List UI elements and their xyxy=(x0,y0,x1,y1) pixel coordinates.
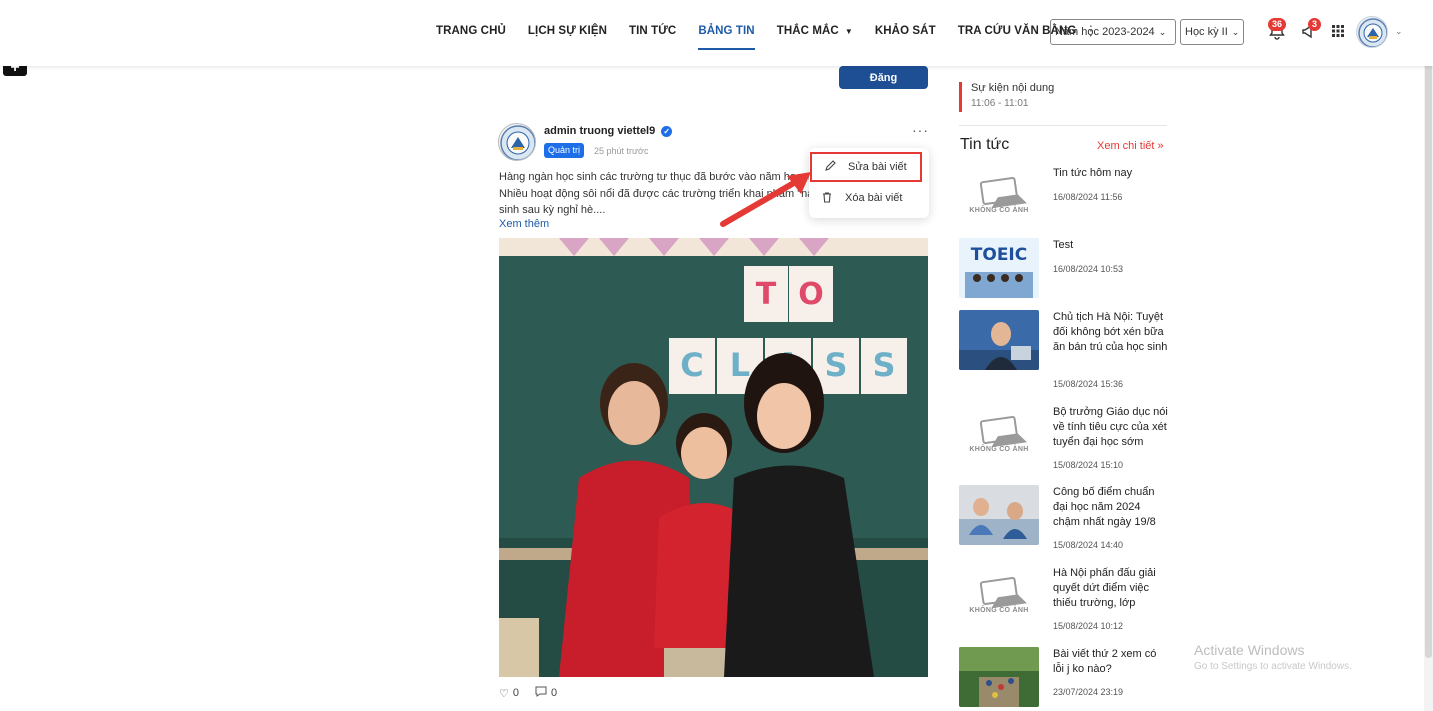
notification-count-badge: 36 xyxy=(1268,18,1287,31)
news-date: 15/08/2024 10:12 xyxy=(1053,621,1124,631)
pencil-icon xyxy=(824,159,838,175)
news-date: 16/08/2024 10:53 xyxy=(1053,264,1124,274)
chevron-down-icon: ⌄ xyxy=(1231,26,1240,37)
annotation-arrow-icon xyxy=(720,172,811,227)
event-title[interactable]: Sự kiện nội dung xyxy=(971,82,1054,94)
news-date: 15/08/2024 15:36 xyxy=(1053,379,1124,389)
news-item[interactable]: KHÔNG CÓ ẢNH Bộ trưởng Giáo dục nói về t… xyxy=(959,405,1169,475)
post-author-name: admin truong viettel9 xyxy=(544,125,656,137)
news-thumbnail: TOEIC xyxy=(959,238,1039,298)
divider xyxy=(959,125,1167,126)
main-nav: TRANG CHỦ LỊCH SỰ KIỆN TIN TỨC BẢNG TIN … xyxy=(436,0,1105,62)
news-title[interactable]: Bộ trưởng Giáo dục nói về tính tiêu cực … xyxy=(1053,405,1169,450)
news-see-all-link[interactable]: Xem chi tiết » xyxy=(1097,140,1164,152)
chevron-down-icon: ▼ xyxy=(844,26,853,36)
news-item[interactable]: KHÔNG CÓ ẢNH Tin tức hôm nay 16/08/2024 … xyxy=(959,166,1169,236)
news-thumbnail xyxy=(959,485,1039,545)
no-image-placeholder-icon: KHÔNG CÓ ẢNH xyxy=(959,566,1039,626)
event-time: 11:06 - 11:01 xyxy=(971,98,1029,109)
nav-item-survey[interactable]: KHẢO SÁT xyxy=(875,0,936,62)
school-year-value: Năm học 2023-2024 xyxy=(1055,26,1155,38)
top-header: TRANG CHỦ LỊCH SỰ KIỆN TIN TỨC BẢNG TIN … xyxy=(0,0,1433,66)
news-date: 16/08/2024 11:56 xyxy=(1053,192,1123,202)
edit-post-menu-item[interactable]: Sửa bài viết xyxy=(810,152,922,182)
news-date: 23/07/2024 23:19 xyxy=(1053,687,1124,697)
delete-post-menu-item[interactable]: Xóa bài viết xyxy=(809,183,929,213)
comment-icon[interactable] xyxy=(535,686,547,700)
news-title[interactable]: Chủ tịch Hà Nội: Tuyệt đối không bớt xén… xyxy=(1053,310,1169,355)
news-thumbnail xyxy=(959,647,1039,707)
no-image-label: KHÔNG CÓ ẢNH xyxy=(969,606,1029,614)
news-item[interactable]: TOEIC Test 16/08/2024 10:53 xyxy=(959,238,1169,308)
post-author[interactable]: admin truong viettel9 ✓ xyxy=(544,125,673,137)
no-image-placeholder-icon: KHÔNG CÓ ẢNH xyxy=(959,405,1039,465)
toeic-text: TOEIC xyxy=(971,245,1027,265)
image-letter: T xyxy=(756,277,777,312)
news-thumbnail xyxy=(959,310,1039,370)
news-title[interactable]: Công bố điểm chuẩn đại học năm 2024 chậm… xyxy=(1053,485,1169,530)
image-letter: O xyxy=(798,277,824,312)
no-image-placeholder-icon: KHÔNG CÓ ẢNH xyxy=(959,166,1039,226)
nav-item-questions-label: THẮC MẮC xyxy=(776,25,839,37)
post-options-icon[interactable]: ··· xyxy=(912,122,929,138)
image-letter: S xyxy=(872,346,895,384)
semester-value: Học kỳ II xyxy=(1185,26,1228,38)
post-image[interactable]: T O C L A S S xyxy=(499,238,928,677)
verified-icon: ✓ xyxy=(661,125,673,137)
news-item[interactable]: Bài viết thứ 2 xem có lỗi j ko nào? 23/0… xyxy=(959,647,1169,707)
news-item[interactable]: KHÔNG CÓ ẢNH Hà Nội phấn đấu giải quyết … xyxy=(959,566,1169,636)
chevron-down-icon: ⌄ xyxy=(1158,26,1167,37)
trash-icon xyxy=(821,191,835,206)
windows-activation-title: Activate Windows xyxy=(1194,642,1305,658)
news-title[interactable]: Tin tức hôm nay xyxy=(1053,166,1169,181)
image-letter: S xyxy=(824,346,847,384)
news-title[interactable]: Bài viết thứ 2 xem có lỗi j ko nào? xyxy=(1053,647,1169,677)
post-options-menu: Sửa bài viết Xóa bài viết xyxy=(809,148,929,218)
no-image-label: KHÔNG CÓ ẢNH xyxy=(969,445,1029,453)
like-count: 0 xyxy=(512,687,519,699)
post-time: 25 phút trước xyxy=(594,146,649,156)
news-date: 15/08/2024 15:10 xyxy=(1053,460,1124,470)
delete-post-label: Xóa bài viết xyxy=(845,192,903,204)
news-title[interactable]: Test xyxy=(1053,238,1169,253)
news-item[interactable]: Chủ tịch Hà Nội: Tuyệt đối không bớt xén… xyxy=(959,310,1169,395)
nav-item-bulletin[interactable]: BẢNG TIN xyxy=(698,0,756,62)
event-indicator xyxy=(959,82,962,112)
comment-count: 0 xyxy=(551,687,558,699)
windows-activation-subtitle: Go to Settings to activate Windows. xyxy=(1194,661,1352,672)
role-badge: Quản trị xyxy=(544,143,585,158)
user-avatar[interactable] xyxy=(1356,16,1388,48)
semester-select[interactable]: Học kỳ II ⌄ xyxy=(1180,19,1244,45)
post-reactions: ♡ 0 0 xyxy=(499,686,561,700)
news-date: 15/08/2024 14:40 xyxy=(1053,540,1124,550)
scrollbar-thumb[interactable] xyxy=(1425,18,1432,658)
news-item[interactable]: Công bố điểm chuẩn đại học năm 2024 chậm… xyxy=(959,485,1169,555)
news-title[interactable]: Hà Nội phấn đấu giải quyết dứt điểm việc… xyxy=(1053,566,1169,611)
edit-post-label: Sửa bài viết xyxy=(848,161,907,173)
alert-count-badge: 3 xyxy=(1308,18,1322,31)
nav-item-questions[interactable]: THẮC MẮC ▼ xyxy=(777,0,853,62)
image-letter: L xyxy=(730,346,750,384)
see-more-link[interactable]: Xem thêm xyxy=(499,218,549,230)
no-image-label: KHÔNG CÓ ẢNH xyxy=(969,206,1029,214)
nav-item-events[interactable]: LỊCH SỰ KIỆN xyxy=(528,0,607,62)
image-letter: C xyxy=(680,346,703,384)
post-author-avatar[interactable] xyxy=(498,123,536,161)
school-year-select[interactable]: Năm học 2023-2024 ⌄ xyxy=(1050,19,1176,45)
chevron-down-icon[interactable]: ⌄ xyxy=(1395,26,1403,37)
news-heading: Tin tức xyxy=(960,136,1010,153)
apps-grid-icon[interactable] xyxy=(1330,22,1348,40)
nav-item-news[interactable]: TIN TỨC xyxy=(629,0,676,62)
heart-icon[interactable]: ♡ xyxy=(499,687,509,700)
post-submit-button[interactable]: Đăng xyxy=(839,66,928,89)
nav-item-home[interactable]: TRANG CHỦ xyxy=(436,0,506,62)
